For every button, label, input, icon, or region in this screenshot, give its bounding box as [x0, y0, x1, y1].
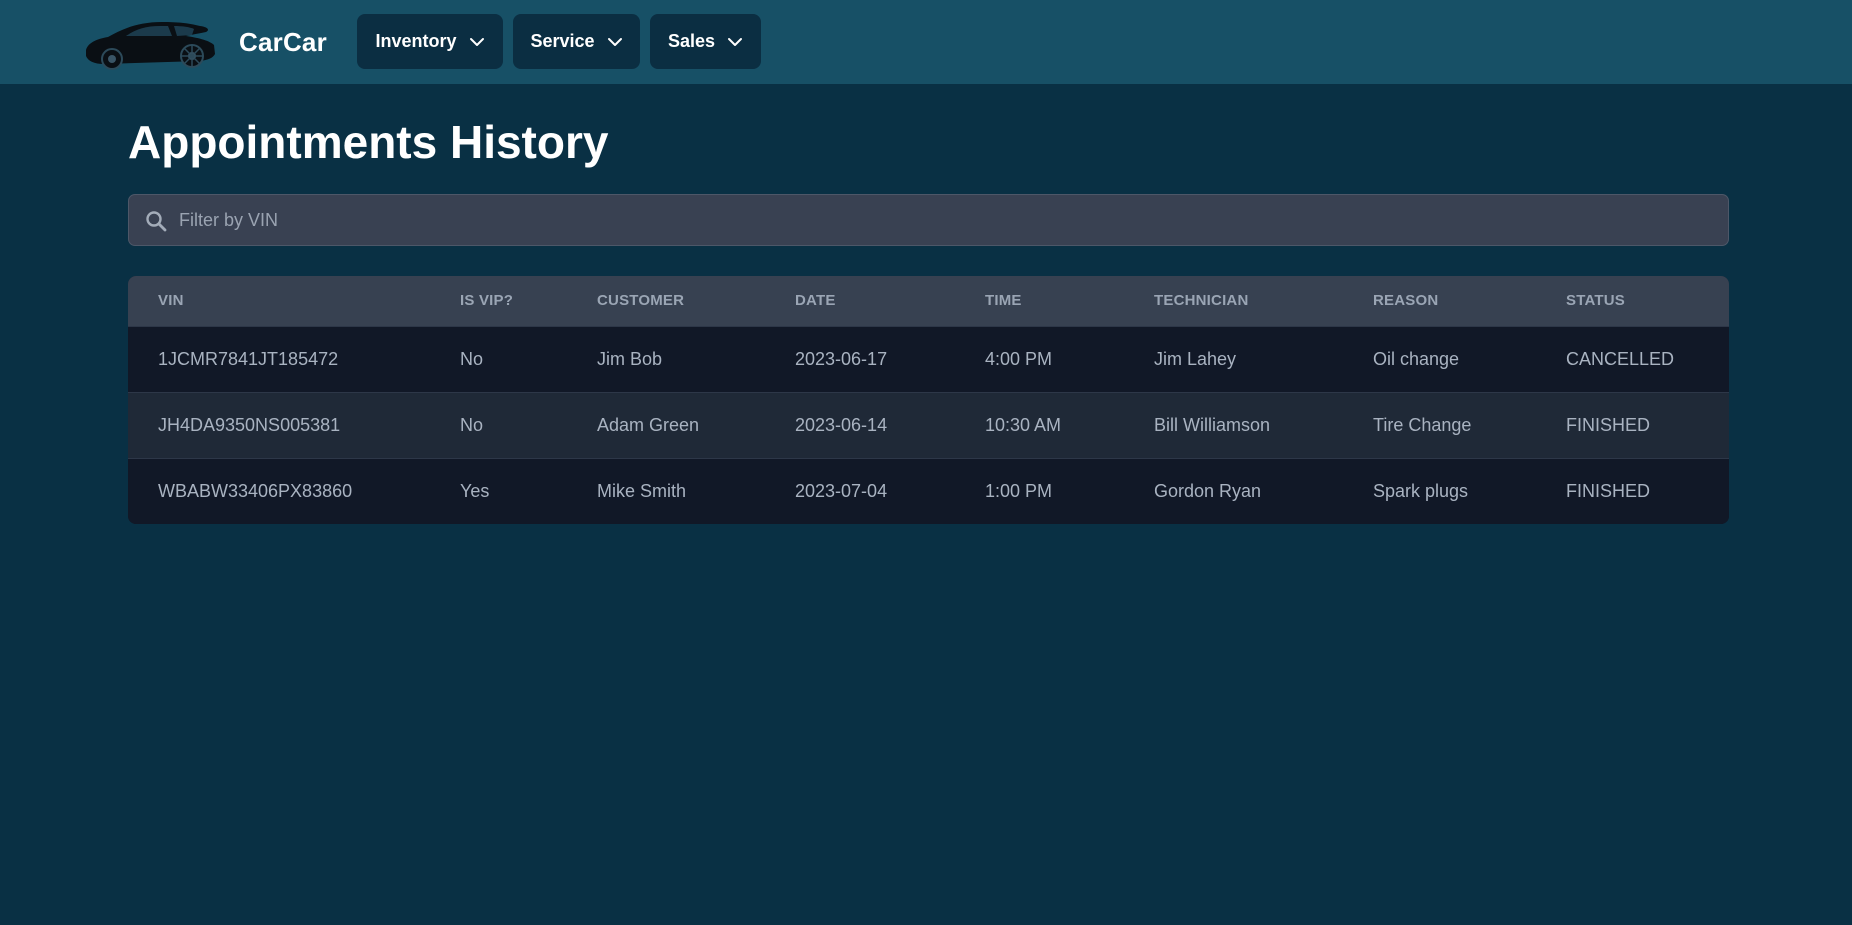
cell-status: FINISHED: [1566, 480, 1651, 501]
cell-technician: Jim Lahey: [1154, 348, 1237, 369]
column-header-vin: VIN: [158, 292, 184, 310]
nav-inventory-label: Inventory: [375, 31, 457, 51]
cell-date: 2023-06-14: [795, 414, 888, 435]
column-header-customer: Customer: [597, 292, 685, 310]
cell-vin: JH4DA9350NS005381: [158, 414, 341, 435]
cell-time: 4:00 PM: [985, 348, 1053, 369]
car-logo-icon[interactable]: [82, 14, 218, 70]
cell-customer: Adam Green: [597, 414, 700, 435]
column-header-technician: Technician: [1154, 292, 1249, 310]
table-row: 1JCMR7841JT185472 No Jim Bob 2023-06-17 …: [128, 326, 1729, 392]
cell-vin: WBABW33406PX83860: [158, 480, 353, 501]
nav-sales-label: Sales: [667, 31, 716, 51]
cell-time: 10:30 AM: [985, 414, 1062, 435]
nav-inventory-dropdown[interactable]: Inventory: [357, 14, 503, 69]
search-icon: [146, 211, 167, 232]
cell-technician: Gordon Ryan: [1154, 480, 1262, 501]
cell-reason: Tire Change: [1373, 414, 1472, 435]
cell-customer: Jim Bob: [597, 348, 663, 369]
cell-reason: Spark plugs: [1373, 480, 1469, 501]
appointments-table: VIN Is VIP? Customer Date Time Technicia…: [128, 276, 1729, 524]
cell-is-vip: No: [460, 414, 484, 435]
column-header-reason: Reason: [1373, 292, 1439, 310]
vin-filter-box: [128, 194, 1729, 246]
table-row: WBABW33406PX83860 Yes Mike Smith 2023-07…: [128, 458, 1729, 524]
column-header-date: Date: [795, 292, 836, 310]
cell-time: 1:00 PM: [985, 480, 1053, 501]
cell-status: CANCELLED: [1566, 348, 1675, 369]
cell-technician: Bill Williamson: [1154, 414, 1271, 435]
column-header-status: Status: [1566, 292, 1625, 310]
table-row: JH4DA9350NS005381 No Adam Green 2023-06-…: [128, 392, 1729, 458]
nav-service-label: Service: [530, 31, 595, 51]
cell-vin: 1JCMR7841JT185472: [158, 348, 339, 369]
chevron-down-icon: [607, 37, 622, 46]
nav-service-dropdown[interactable]: Service: [513, 14, 640, 69]
cell-reason: Oil change: [1373, 348, 1460, 369]
cell-date: 2023-07-04: [795, 480, 888, 501]
cell-status: FINISHED: [1566, 414, 1651, 435]
appointments-table-grid: VIN Is VIP? Customer Date Time Technicia…: [128, 276, 1729, 524]
table-header-row: VIN Is VIP? Customer Date Time Technicia…: [128, 276, 1729, 326]
column-header-is-vip: Is VIP?: [460, 292, 514, 310]
navbar: CarCar Inventory Service Sales: [0, 0, 1852, 84]
cell-is-vip: No: [460, 348, 484, 369]
page-title: Appointments History: [128, 116, 609, 168]
cell-is-vip: Yes: [460, 480, 490, 501]
cell-customer: Mike Smith: [597, 480, 687, 501]
nav-sales-dropdown[interactable]: Sales: [650, 14, 761, 69]
chevron-down-icon: [469, 37, 484, 46]
column-header-time: Time: [985, 292, 1022, 310]
vin-filter-input[interactable]: [179, 195, 1709, 245]
cell-date: 2023-06-17: [795, 348, 888, 369]
chevron-down-icon: [728, 37, 743, 46]
brand-name[interactable]: CarCar: [239, 26, 327, 58]
